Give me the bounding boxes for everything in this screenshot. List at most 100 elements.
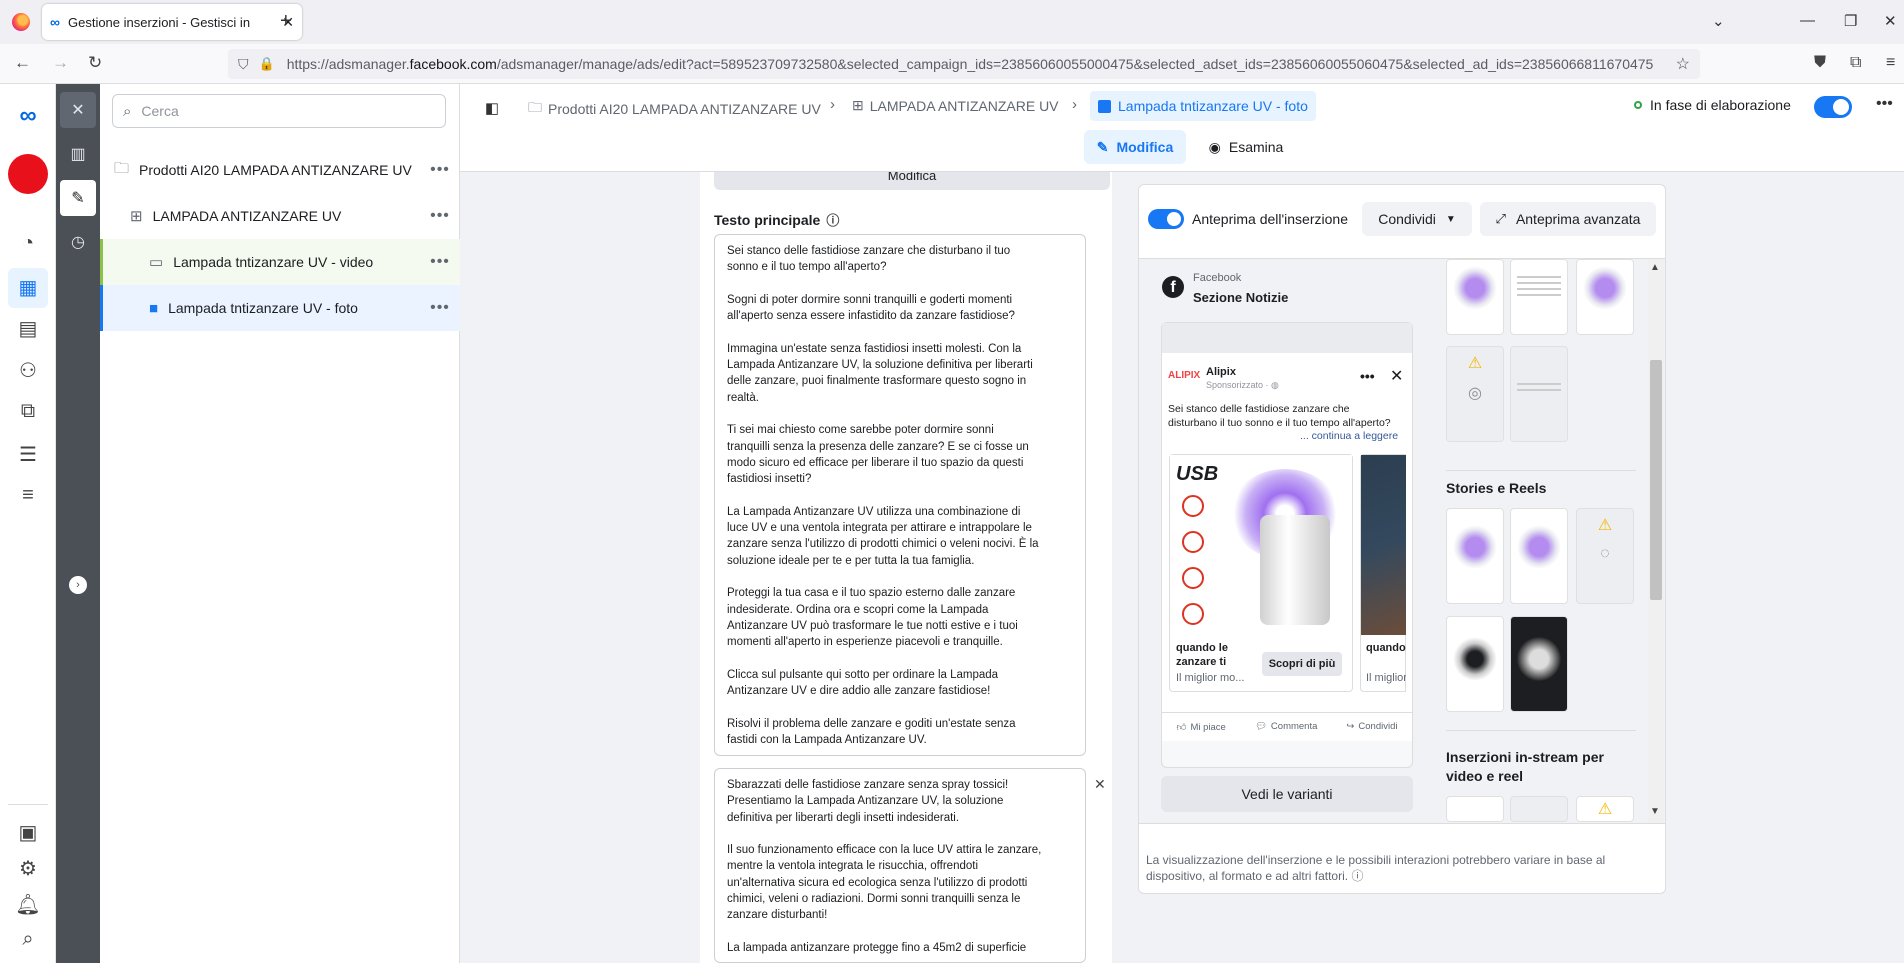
url-text[interactable]: https://adsmanager.facebook.com/adsmanag… (287, 56, 1676, 72)
tab-list-icon[interactable]: ⌄ (1712, 12, 1725, 30)
instream-thumb[interactable] (1446, 796, 1504, 822)
meta-logo-icon[interactable]: ∞ (0, 102, 56, 130)
facebook-icon: f (1162, 276, 1184, 298)
account-avatar[interactable] (8, 154, 48, 194)
toggle-sidebar-icon[interactable]: ◧ (478, 96, 506, 120)
settings-gear-icon[interactable]: ⚙ (0, 856, 56, 881)
tree-item-ad-video[interactable]: ▭ Lampada tntizanzare UV - video ••• (100, 239, 460, 285)
search-placeholder: Cerca (141, 103, 179, 119)
breadcrumb-adset[interactable]: ⊞ LAMPADA ANTIZANZARE UV (852, 97, 1059, 114)
lamp-body (1260, 515, 1330, 625)
search-input[interactable]: ⌕ Cerca (112, 94, 446, 128)
more-options-icon[interactable]: ••• (420, 253, 460, 271)
tree-item-ad-foto[interactable]: ■ Lampada tntizanzare UV - foto ••• (100, 285, 460, 331)
reel-thumb[interactable] (1510, 616, 1568, 712)
firefox-icon[interactable] (12, 13, 30, 31)
post-more-icon: ••• (1360, 368, 1375, 384)
story-thumb-messenger[interactable]: ⚠ ◌ (1576, 508, 1634, 604)
reel-thumb[interactable] (1446, 616, 1504, 712)
placement-thumb[interactable] (1446, 259, 1504, 335)
primary-text-field-1[interactable]: Sei stanco delle fastidiose zanzare che … (714, 234, 1086, 756)
menu-icon[interactable]: ≡ (1886, 54, 1895, 72)
sponsored-label: Sponsorizzato · ◍ (1206, 380, 1279, 390)
section-title-stories: Stories e Reels (1446, 480, 1547, 496)
breadcrumb-campaign[interactable]: 🗀 Prodotti AI20 LAMPADA ANTIZANZARE UV (528, 97, 821, 121)
instream-thumb[interactable] (1510, 796, 1568, 822)
placement-thumb[interactable] (1510, 346, 1568, 442)
instream-thumb[interactable]: ⚠ (1576, 796, 1634, 822)
ad-icon: ■ (149, 299, 159, 317)
history-clock-icon[interactable]: ◷ (60, 224, 96, 260)
story-thumb[interactable] (1446, 508, 1504, 604)
scroll-down-icon[interactable]: ▼ (1650, 806, 1660, 817)
more-options-icon[interactable]: ••• (1876, 95, 1893, 113)
see-variants-button[interactable]: Vedi le varianti (1161, 776, 1413, 812)
lock-icon[interactable]: 🔒 (259, 56, 275, 72)
restore-icon[interactable]: ❐ (1844, 12, 1857, 30)
divider (1446, 730, 1636, 731)
shield-icon[interactable]: ⛉ (238, 56, 249, 73)
ad-icon (1098, 99, 1111, 113)
preview-toggle-label: Anteprima dell'inserzione (1192, 211, 1348, 227)
card-subtitle: Il miglior (1366, 672, 1406, 684)
instagram-icon: ◎ (1468, 385, 1482, 402)
modifica-media-button[interactable]: Modifica (714, 172, 1110, 190)
all-tools-icon[interactable]: ≡ (0, 484, 56, 507)
url-bar[interactable]: ⛉ 🔒 https://adsmanager.facebook.com/adsm… (228, 49, 1700, 79)
tree-item-adset[interactable]: ⊞ LAMPADA ANTIZANZARE UV ••• (100, 193, 460, 239)
audiences-icon[interactable]: ⚇ (0, 358, 56, 383)
close-panel-icon[interactable]: ✕ (60, 92, 96, 128)
data-sources-icon[interactable]: ☰ (0, 442, 56, 467)
close-window-icon[interactable]: ✕ (1884, 12, 1897, 30)
pocket-icon[interactable]: ⛊ (1814, 54, 1826, 72)
disclaimer-text: La visualizzazione dell'inserzione e le … (1146, 853, 1606, 883)
breadcrumb-label: LAMPADA ANTIZANZARE UV (869, 97, 1059, 114)
button-label: Modifica (887, 172, 937, 183)
info-icon[interactable]: ⓘ (826, 210, 839, 229)
catalog-icon[interactable]: ⧉ (0, 400, 56, 423)
charts-icon[interactable]: ▥ (60, 136, 96, 172)
tab-esamina[interactable]: ◉ Esamina (1196, 130, 1296, 164)
breadcrumb-label: Lampada tntizanzare UV - foto (1118, 98, 1308, 114)
info-icon[interactable]: ⓘ (1351, 869, 1363, 883)
breadcrumb-ad[interactable]: Lampada tntizanzare UV - foto (1090, 91, 1316, 121)
adset-grid-icon: ⊞ (130, 208, 143, 225)
more-options-icon[interactable]: ••• (420, 207, 460, 225)
ad-on-off-toggle[interactable] (1814, 96, 1852, 118)
placement-thumb[interactable] (1510, 259, 1568, 335)
more-options-icon[interactable]: ••• (420, 299, 460, 317)
placement-thumb[interactable] (1576, 259, 1634, 335)
dashboard-icon[interactable]: ◔ (0, 232, 56, 255)
scroll-up-icon[interactable]: ▲ (1650, 262, 1660, 273)
primary-text-field-2[interactable]: Sbarazzati delle fastidiose zanzare senz… (714, 768, 1086, 963)
placement-thumb-instagram[interactable]: ⚠ ◎ (1446, 346, 1504, 442)
search-icon[interactable]: ⌕ (0, 928, 56, 951)
notifications-feed-icon[interactable]: ▣ (0, 820, 56, 845)
card-title: quando le zanzare ti (1176, 642, 1228, 668)
scrollbar-thumb[interactable] (1650, 360, 1662, 600)
extensions-icon[interactable]: ⧉ (1850, 54, 1861, 72)
advanced-preview-button[interactable]: ⤢ Anteprima avanzata (1480, 202, 1656, 236)
bell-icon[interactable]: 🔔︎ (0, 892, 56, 917)
bookmark-star-icon[interactable]: ☆ (1676, 54, 1690, 74)
share-action: ↪ Condividi (1346, 721, 1397, 732)
more-options-icon[interactable]: ••• (420, 161, 460, 179)
back-icon[interactable]: ← (14, 53, 31, 73)
remove-text-icon[interactable]: ✕ (1094, 776, 1106, 793)
post-close-icon: ✕ (1390, 368, 1404, 385)
reload-icon[interactable]: ↻ (88, 53, 102, 73)
expand-chevron-icon[interactable]: › (69, 576, 87, 594)
ads-manager-icon[interactable]: ▦ (8, 268, 48, 308)
story-thumb[interactable] (1510, 508, 1568, 604)
new-tab-button[interactable]: + (280, 10, 292, 33)
pages-icon[interactable]: ▤ (0, 316, 56, 341)
search-icon: ⌕ (123, 102, 132, 120)
forward-icon[interactable]: → (52, 53, 69, 73)
tab-modifica[interactable]: ✎ Modifica (1084, 130, 1186, 164)
preview-toggle[interactable] (1148, 209, 1184, 229)
browser-tab-active[interactable]: ∞ Gestione inserzioni - Gestisci in ✕ (42, 4, 302, 40)
tree-item-campaign[interactable]: 🗀 Prodotti AI20 LAMPADA ANTIZANZARE UV •… (100, 147, 460, 193)
minimize-icon[interactable]: — (1800, 12, 1815, 29)
edit-pencil-icon[interactable]: ✎ (60, 180, 96, 216)
share-dropdown-button[interactable]: Condividi ▼ (1362, 202, 1472, 236)
